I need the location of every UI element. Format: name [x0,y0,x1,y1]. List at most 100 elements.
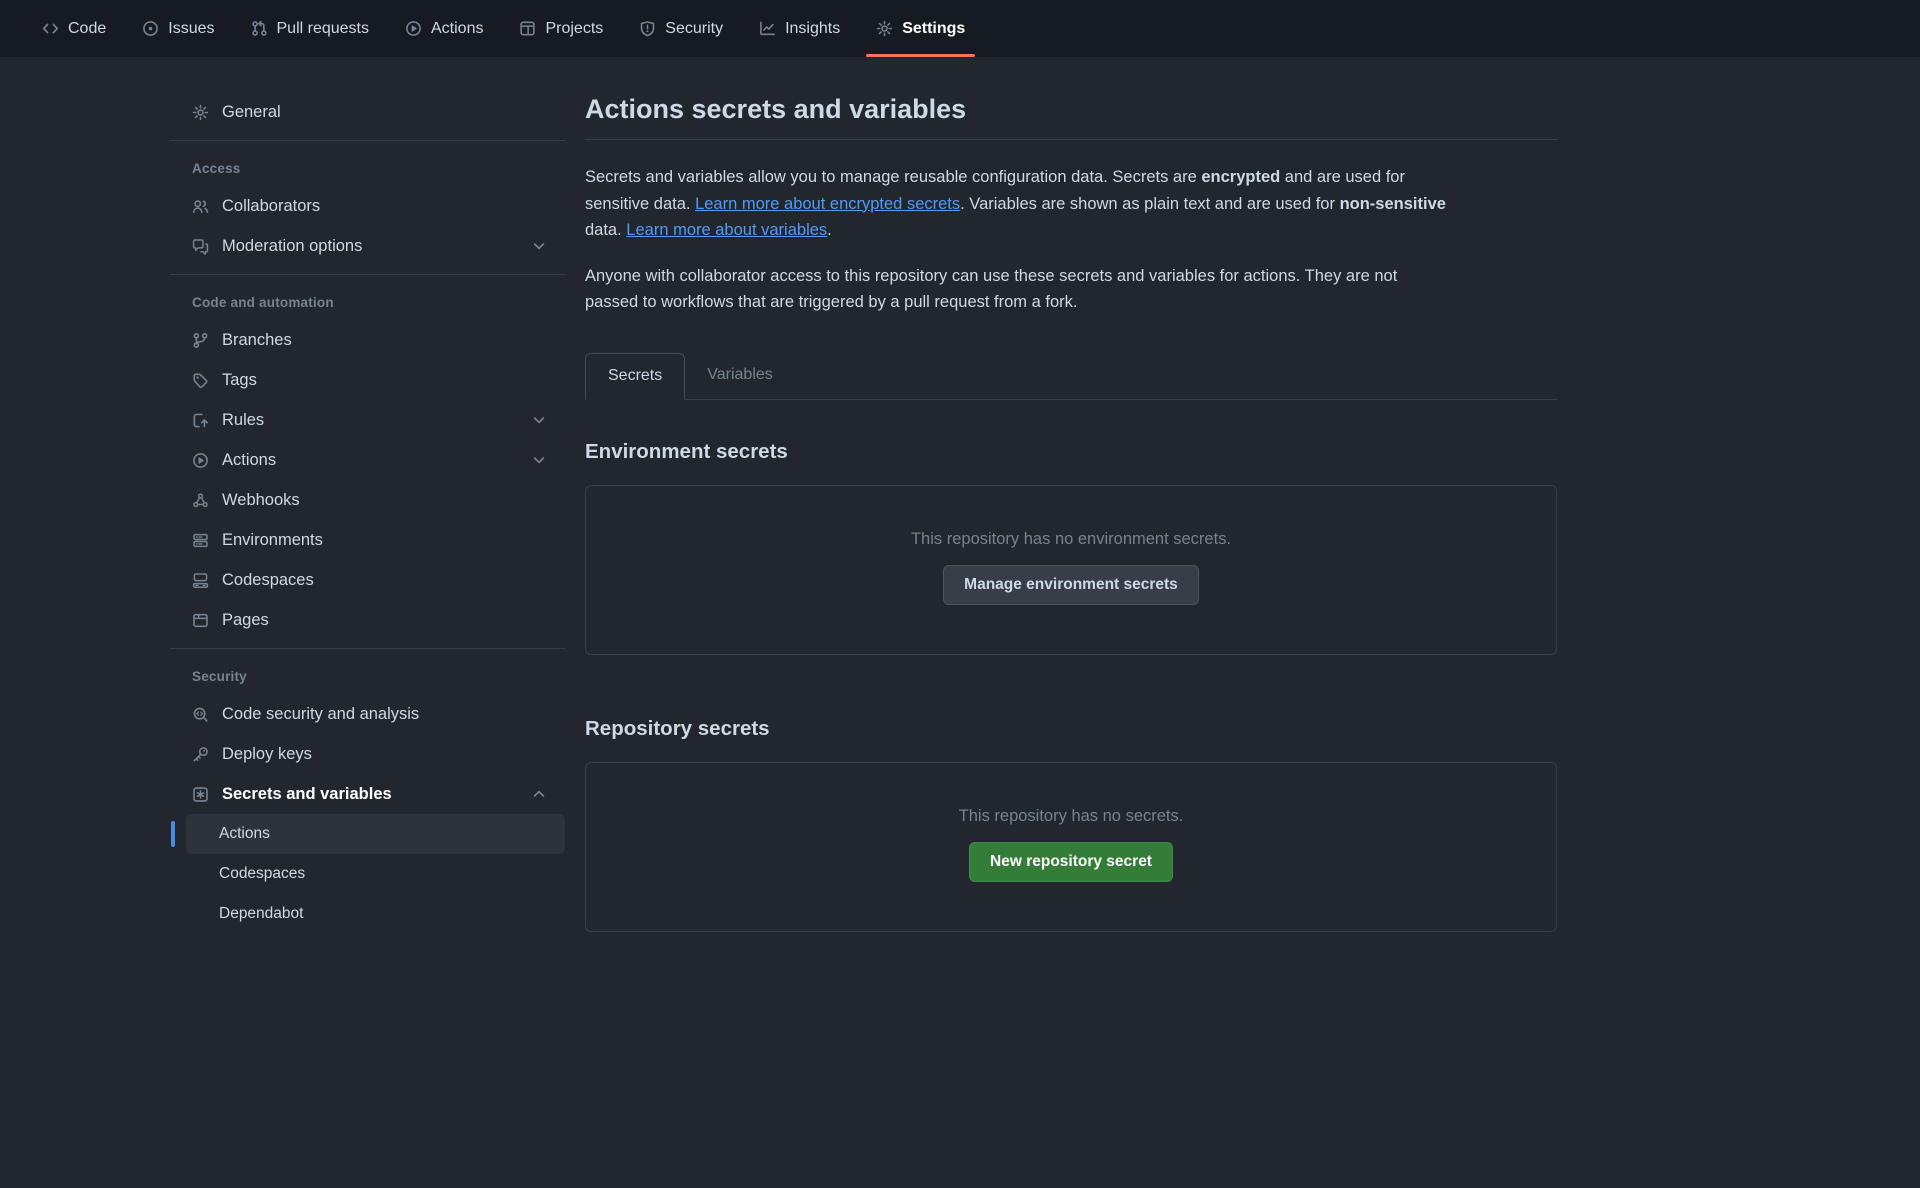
nav-tab-label: Insights [785,20,840,38]
issue-opened-icon [142,20,159,37]
sidebar-item-label: Branches [222,331,547,350]
sidebar-item-label: Actions [222,451,531,470]
sidebar-item-pages[interactable]: Pages [170,600,565,640]
link-learn-more-about-variables[interactable]: Learn more about variables [626,221,827,239]
sidebar-section-header-access: Access [170,149,565,186]
gear-icon [876,20,893,37]
nav-tab-issues[interactable]: Issues [130,0,226,57]
sidebar-item-label: Rules [222,411,531,430]
sidebar-item-label: Codespaces [222,571,547,590]
codespaces-icon [192,572,209,589]
nav-tab-code[interactable]: Code [30,0,118,57]
nav-tab-label: Security [665,20,723,38]
chevron-down-icon[interactable] [531,238,547,254]
tab-secrets[interactable]: Secrets [585,353,685,400]
repository-secrets-empty-text: This repository has no secrets. [959,807,1184,826]
emphasis-text: encrypted [1201,168,1280,186]
link-learn-more-about-encrypted-secrets[interactable]: Learn more about encrypted secrets [695,195,960,213]
repository-secrets-heading: Repository secrets [585,717,1557,741]
sidebar-item-label: Moderation options [222,237,531,256]
collaborator-note-paragraph: Anyone with collaborator access to this … [585,263,1557,316]
repo-tab-list: Code Issues Pull requests Actions Projec… [30,0,989,57]
sidebar-subitem-dependabot[interactable]: Dependabot [186,894,565,934]
sidebar-item-environments[interactable]: Environments [170,520,565,560]
sidebar-item-label: Environments [222,531,547,550]
environment-secrets-box: This repository has no environment secre… [585,485,1557,655]
settings-layout: General Access Collaborators Moderation … [0,57,1920,934]
sidebar-item-general[interactable]: General [170,92,565,132]
browser-icon [192,612,209,629]
sidebar-item-label: General [222,103,547,122]
asterisk-box-icon [192,786,209,803]
nav-tab-actions[interactable]: Actions [393,0,495,57]
chevron-down-icon[interactable] [531,452,547,468]
new-repository-secret-button[interactable]: New repository secret [969,842,1173,882]
tab-variables[interactable]: Variables [685,352,795,399]
sidebar-item-tags[interactable]: Tags [170,360,565,400]
table-icon [519,20,536,37]
sidebar-item-webhooks[interactable]: Webhooks [170,480,565,520]
sidebar-subitem-label: Actions [219,825,270,843]
main-content: Actions secrets and variables Secrets an… [585,92,1557,932]
nav-tab-projects[interactable]: Projects [507,0,615,57]
nav-tab-security[interactable]: Security [627,0,735,57]
tag-icon [192,372,209,389]
active-item-indicator [171,821,175,847]
sidebar-item-secrets-and-variables[interactable]: Secrets and variables [170,774,565,814]
sidebar-divider [170,274,565,275]
nav-tab-label: Code [68,20,106,38]
nav-tab-label: Projects [545,20,603,38]
nav-tab-insights[interactable]: Insights [747,0,852,57]
sidebar-item-collaborators[interactable]: Collaborators [170,186,565,226]
sidebar-subitem-label: Codespaces [219,865,305,883]
secrets-variables-tabs: Secrets Variables [585,352,1557,400]
tab-variables-label: Variables [707,366,773,384]
chevron-up-icon[interactable] [531,786,547,802]
sidebar-divider [170,648,565,649]
shield-icon [639,20,656,37]
graph-icon [759,20,776,37]
sidebar-item-label: Collaborators [222,197,547,216]
tab-secrets-label: Secrets [608,367,662,385]
code-icon [42,20,59,37]
repository-secrets-box: This repository has no secrets. New repo… [585,762,1557,932]
environments-icon [192,532,209,549]
sidebar-item-code-security-and-analysis[interactable]: Code security and analysis [170,694,565,734]
manage-environment-secrets-button[interactable]: Manage environment secrets [943,565,1199,605]
git-branch-icon [192,332,209,349]
sidebar-subitem-codespaces[interactable]: Codespaces [186,854,565,894]
gear-icon [192,104,209,121]
top-navigation: Code Issues Pull requests Actions Projec… [0,0,1920,57]
sidebar-subitem-label: Dependabot [219,905,303,923]
page-title: Actions secrets and variables [585,92,1557,140]
emphasis-text: non-sensitive [1340,195,1446,213]
sidebar-subitem-actions[interactable]: Actions [186,814,565,854]
chevron-down-icon[interactable] [531,412,547,428]
active-tab-underline [866,54,975,57]
settings-sidebar: General Access Collaborators Moderation … [170,92,565,934]
sidebar-item-label: Tags [222,371,547,390]
sidebar-item-actions[interactable]: Actions [170,440,565,480]
codescan-icon [192,706,209,723]
sidebar-item-rules[interactable]: Rules [170,400,565,440]
sidebar-item-branches[interactable]: Branches [170,320,565,360]
play-icon [405,20,422,37]
comment-discussion-icon [192,238,209,255]
sidebar-divider [170,140,565,141]
intro-paragraph: Secrets and variables allow you to manag… [585,164,1557,244]
environment-secrets-empty-text: This repository has no environment secre… [911,530,1231,549]
environment-secrets-heading: Environment secrets [585,440,1557,464]
git-pull-request-icon [251,20,268,37]
key-icon [192,746,209,763]
sidebar-item-deploy-keys[interactable]: Deploy keys [170,734,565,774]
rules-icon [192,412,209,429]
nav-tab-pull-requests[interactable]: Pull requests [239,0,382,57]
people-icon [192,198,209,215]
webhook-icon [192,492,209,509]
sidebar-item-label: Pages [222,611,547,630]
sidebar-item-codespaces[interactable]: Codespaces [170,560,565,600]
nav-tab-label: Pull requests [277,20,370,38]
nav-tab-settings[interactable]: Settings [864,0,977,57]
sidebar-item-moderation-options[interactable]: Moderation options [170,226,565,266]
play-icon [192,452,209,469]
